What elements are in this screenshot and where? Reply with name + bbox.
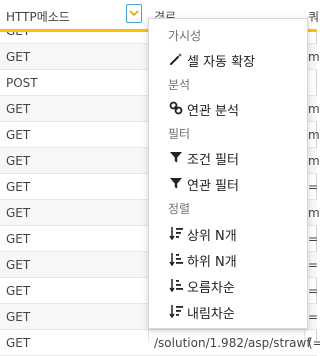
menu-item-condition-filter[interactable]: 조건 필터 [149,146,307,170]
menu-item-auto-expand[interactable]: 셀 자동 확장 [149,48,307,72]
group-sort: 정렬 [168,202,191,216]
filter-icon [170,178,182,189]
column-header-query[interactable]: 쿼 [308,8,319,25]
cell-http-method: GET [6,336,31,350]
menu-item-label: 연관 분석 [187,104,239,119]
cell-query: = [308,180,319,194]
menu-item-related-analysis[interactable]: 연관 분석 [149,97,307,121]
group-visibility: 가시성 [168,29,202,43]
menu-item-top-n[interactable]: 상위 N개 [149,222,307,246]
cell-http-method: GET [6,232,31,246]
cell-query: = [308,284,319,298]
cell-query: m [308,50,320,64]
cell-query: (= [308,336,320,350]
cell-http-method: GET [6,50,31,64]
cell-http-method: GET [6,102,31,116]
filter-icon [170,152,182,163]
menu-item-label: 셀 자동 확장 [187,55,256,70]
cell-query: m [308,102,320,116]
menu-item-descending[interactable]: 내림차순 [149,300,307,324]
cell-http-method: GET [6,284,31,298]
chevron-down-icon [129,10,139,17]
menu-item-related-filter[interactable]: 연관 필터 [149,172,307,196]
magic-wand-icon [170,53,182,65]
cell-query: m [308,154,320,168]
menu-item-label: 오름차순 [187,281,235,296]
cell-http-method: GET [6,154,31,168]
menu-item-label: 조건 필터 [187,153,239,168]
cell-http-method: GET [6,180,31,194]
cell-query: m [308,206,320,220]
menu-item-ascending[interactable]: 오름차순 [149,274,307,298]
column-menu-button[interactable] [126,4,142,23]
cell-http-method: GET [6,128,31,142]
sort-desc-icon [169,305,183,318]
menu-item-label: 하위 N개 [187,255,237,270]
cell-http-method: POST [6,76,38,90]
column-header-http-method[interactable]: HTTP메소드 [6,8,70,25]
cell-query: = [308,310,319,324]
cell-path: /solution/1.982/asp/strawf [154,336,311,350]
cell-query: = [308,232,319,246]
cell-query: = [308,258,319,272]
cell-query: m [308,128,320,142]
sort-asc-icon [169,253,183,266]
menu-item-label: 연관 필터 [187,179,239,194]
group-analysis: 분석 [168,78,191,92]
menu-item-label: 상위 N개 [187,229,237,244]
group-filter: 필터 [168,127,191,141]
sort-desc-icon [169,227,183,240]
link-icon [169,101,183,115]
menu-item-label: 내림차순 [187,307,235,322]
cell-http-method: GET [6,206,31,220]
sort-asc-icon [169,279,183,292]
table-row[interactable]: GET/solution/1.982/asp/strawf (= [0,330,320,356]
menu-item-bottom-n[interactable]: 하위 N개 [149,248,307,272]
column-context-menu: 가시성 셀 자동 확장 분석 연관 분석 필터 조건 필터 연관 필터 정렬 상… [148,18,308,329]
cell-http-method: GET [6,258,31,272]
cell-http-method: GET [6,310,31,324]
